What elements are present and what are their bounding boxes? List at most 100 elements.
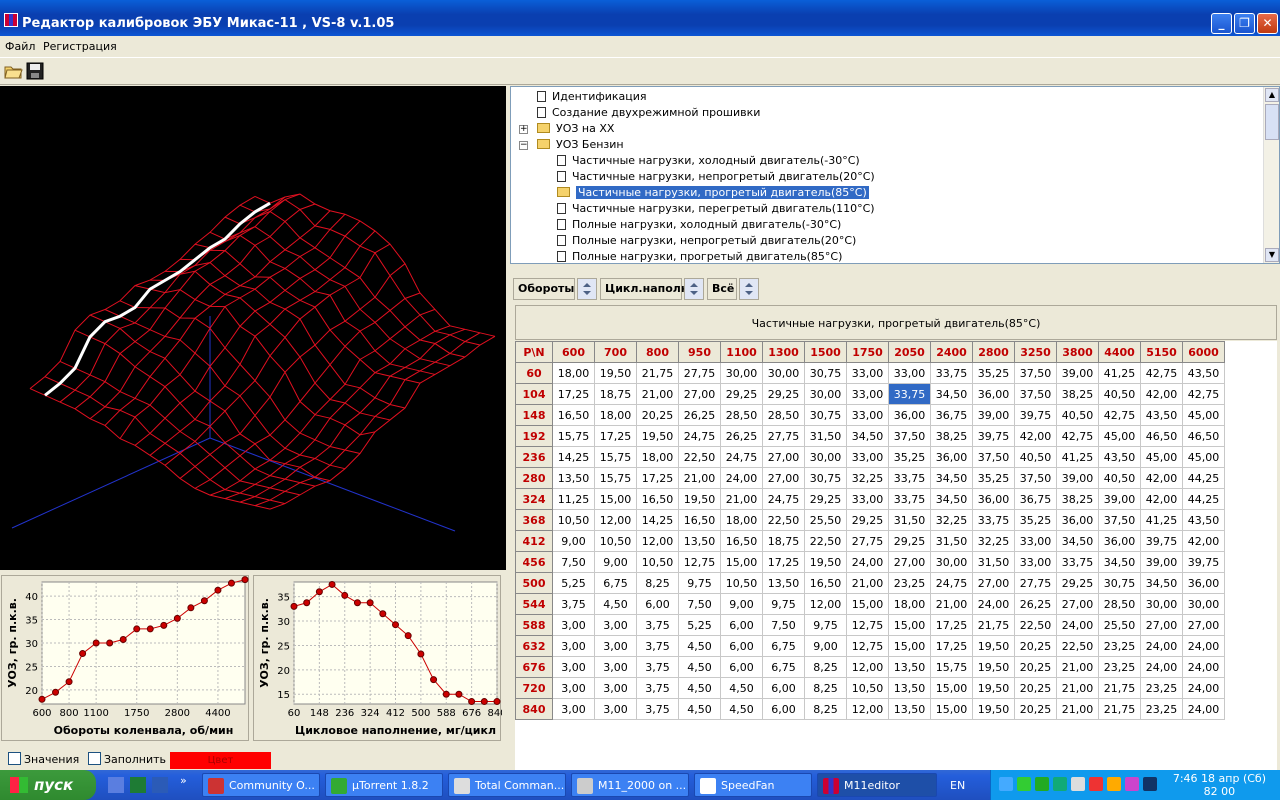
utorrent-tray-icon[interactable]	[1053, 777, 1067, 791]
grid-cell[interactable]: 18,75	[594, 383, 637, 405]
save-icon[interactable]	[25, 61, 45, 81]
grid-cell[interactable]: 6,00	[720, 635, 763, 657]
grid-cell[interactable]: 21,00	[1056, 677, 1099, 699]
row-header[interactable]: 544	[515, 593, 553, 615]
grid-cell[interactable]: 16,50	[552, 404, 595, 426]
grid-cell[interactable]: 40,50	[1056, 404, 1099, 426]
grid-cell[interactable]: 45,00	[1140, 446, 1183, 468]
grid-cell[interactable]: 21,00	[846, 572, 889, 594]
grid-cell[interactable]: 42,00	[1140, 467, 1183, 489]
grid-cell[interactable]: 13,50	[888, 677, 931, 699]
grid-cell[interactable]: 15,75	[594, 467, 637, 489]
grid-cell[interactable]: 15,00	[930, 677, 973, 699]
grid-cell[interactable]: 36,00	[1182, 572, 1225, 594]
language-indicator[interactable]: EN	[950, 779, 965, 792]
column-header[interactable]: 1750	[846, 341, 889, 363]
grid-cell[interactable]: 29,25	[1056, 572, 1099, 594]
tree-item[interactable]: Создание двухрежимной прошивки	[537, 105, 760, 121]
grid-cell[interactable]: 12,00	[636, 530, 679, 552]
tray-app-icon[interactable]	[1017, 777, 1031, 791]
grid-cell[interactable]: 28,50	[720, 404, 763, 426]
grid-cell[interactable]: 39,00	[1056, 362, 1099, 384]
grid-cell[interactable]: 18,75	[762, 530, 805, 552]
grid-cell[interactable]: 33,00	[888, 362, 931, 384]
row-header[interactable]: 412	[515, 530, 553, 552]
grid-cell[interactable]: 16,50	[678, 509, 721, 531]
grid-cell[interactable]: 43,50	[1182, 362, 1225, 384]
grid-cell[interactable]: 24,75	[762, 488, 805, 510]
column-header[interactable]: 700	[594, 341, 637, 363]
column-header[interactable]: 2050	[888, 341, 931, 363]
grid-cell[interactable]: 30,00	[1182, 593, 1225, 615]
task-community[interactable]: Community O...	[202, 773, 320, 797]
grid-cell[interactable]: 5,25	[552, 572, 595, 594]
grid-cell[interactable]: 4,50	[594, 593, 637, 615]
grid-cell[interactable]: 26,25	[1014, 593, 1057, 615]
network-icon[interactable]	[999, 777, 1013, 791]
grid-cell[interactable]: 46,50	[1140, 425, 1183, 447]
grid-cell[interactable]: 4,50	[678, 677, 721, 699]
tray-app-icon[interactable]	[1125, 777, 1139, 791]
grid-cell[interactable]: 12,75	[678, 551, 721, 573]
grid-cell[interactable]: 3,75	[636, 677, 679, 699]
grid-cell[interactable]: 27,75	[1014, 572, 1057, 594]
grid-cell[interactable]: 36,00	[972, 383, 1015, 405]
tree-item[interactable]: Полные нагрузки, непрогретый двигатель(2…	[557, 233, 856, 249]
grid-cell[interactable]: 3,00	[552, 698, 595, 720]
calibration-tree[interactable]: Идентификация Создание двухрежимной проши…	[510, 86, 1280, 264]
grid-cell[interactable]: 24,00	[972, 593, 1015, 615]
grid-cell[interactable]: 30,00	[930, 551, 973, 573]
grid-cell[interactable]: 38,25	[930, 425, 973, 447]
grid-cell[interactable]: 45,00	[1182, 446, 1225, 468]
grid-cell[interactable]: 36,75	[1014, 488, 1057, 510]
grid-cell[interactable]: 37,50	[1014, 467, 1057, 489]
grid-cell[interactable]: 12,75	[846, 614, 889, 636]
grid-cell[interactable]: 21,00	[720, 488, 763, 510]
grid-cell[interactable]: 3,00	[552, 635, 595, 657]
grid-cell[interactable]: 39,00	[972, 404, 1015, 426]
grid-cell[interactable]: 30,75	[804, 404, 847, 426]
task-speedfan[interactable]: SpeedFan	[694, 773, 812, 797]
menu-registration[interactable]: Регистрация	[43, 40, 117, 53]
grid-cell[interactable]: 33,75	[930, 362, 973, 384]
grid-cell[interactable]: 19,50	[678, 488, 721, 510]
grid-cell[interactable]: 13,50	[678, 530, 721, 552]
grid-cell[interactable]: 19,50	[972, 656, 1015, 678]
grid-cell[interactable]: 3,00	[552, 656, 595, 678]
grid-cell[interactable]: 6,00	[720, 656, 763, 678]
grid-cell[interactable]: 29,25	[804, 488, 847, 510]
grid-cell[interactable]: 31,50	[930, 530, 973, 552]
tree-item[interactable]: Частичные нагрузки, прогретый двигатель(…	[557, 185, 869, 201]
grid-cell[interactable]: 21,00	[678, 467, 721, 489]
grid-cell[interactable]: 42,75	[1140, 362, 1183, 384]
grid-cell[interactable]: 33,75	[972, 509, 1015, 531]
grid-cell[interactable]: 20,25	[1014, 698, 1057, 720]
grid-cell[interactable]: 8,25	[636, 572, 679, 594]
grid-cell[interactable]: 12,00	[594, 509, 637, 531]
column-header[interactable]: 3250	[1014, 341, 1057, 363]
grid-cell[interactable]: 23,25	[1098, 656, 1141, 678]
grid-cell[interactable]: 18,00	[594, 404, 637, 426]
grid-cell[interactable]: 39,00	[1056, 467, 1099, 489]
row-header[interactable]: 148	[515, 404, 553, 426]
grid-cell[interactable]: 24,75	[930, 572, 973, 594]
grid-cell[interactable]: 17,25	[930, 614, 973, 636]
grid-cell[interactable]: 4,50	[720, 677, 763, 699]
grid-cell[interactable]: 43,50	[1182, 509, 1225, 531]
grid-cell[interactable]: 15,00	[930, 698, 973, 720]
grid-cell[interactable]: 35,25	[888, 446, 931, 468]
grid-cell[interactable]: 12,00	[846, 698, 889, 720]
grid-cell[interactable]: 31,50	[972, 551, 1015, 573]
row-header[interactable]: 192	[515, 425, 553, 447]
grid-cell[interactable]: 10,50	[720, 572, 763, 594]
grid-cell[interactable]: 46,50	[1182, 425, 1225, 447]
grid-cell[interactable]: 23,25	[1098, 635, 1141, 657]
grid-cell[interactable]: 4,50	[678, 698, 721, 720]
grid-cell[interactable]: 37,50	[888, 425, 931, 447]
grid-cell[interactable]: 24,00	[1182, 635, 1225, 657]
antivirus-icon[interactable]	[1089, 777, 1103, 791]
grid-cell[interactable]: 12,00	[846, 656, 889, 678]
grid-cell[interactable]: 36,00	[930, 446, 973, 468]
column-header[interactable]: 4400	[1098, 341, 1141, 363]
grid-cell[interactable]: 19,50	[804, 551, 847, 573]
